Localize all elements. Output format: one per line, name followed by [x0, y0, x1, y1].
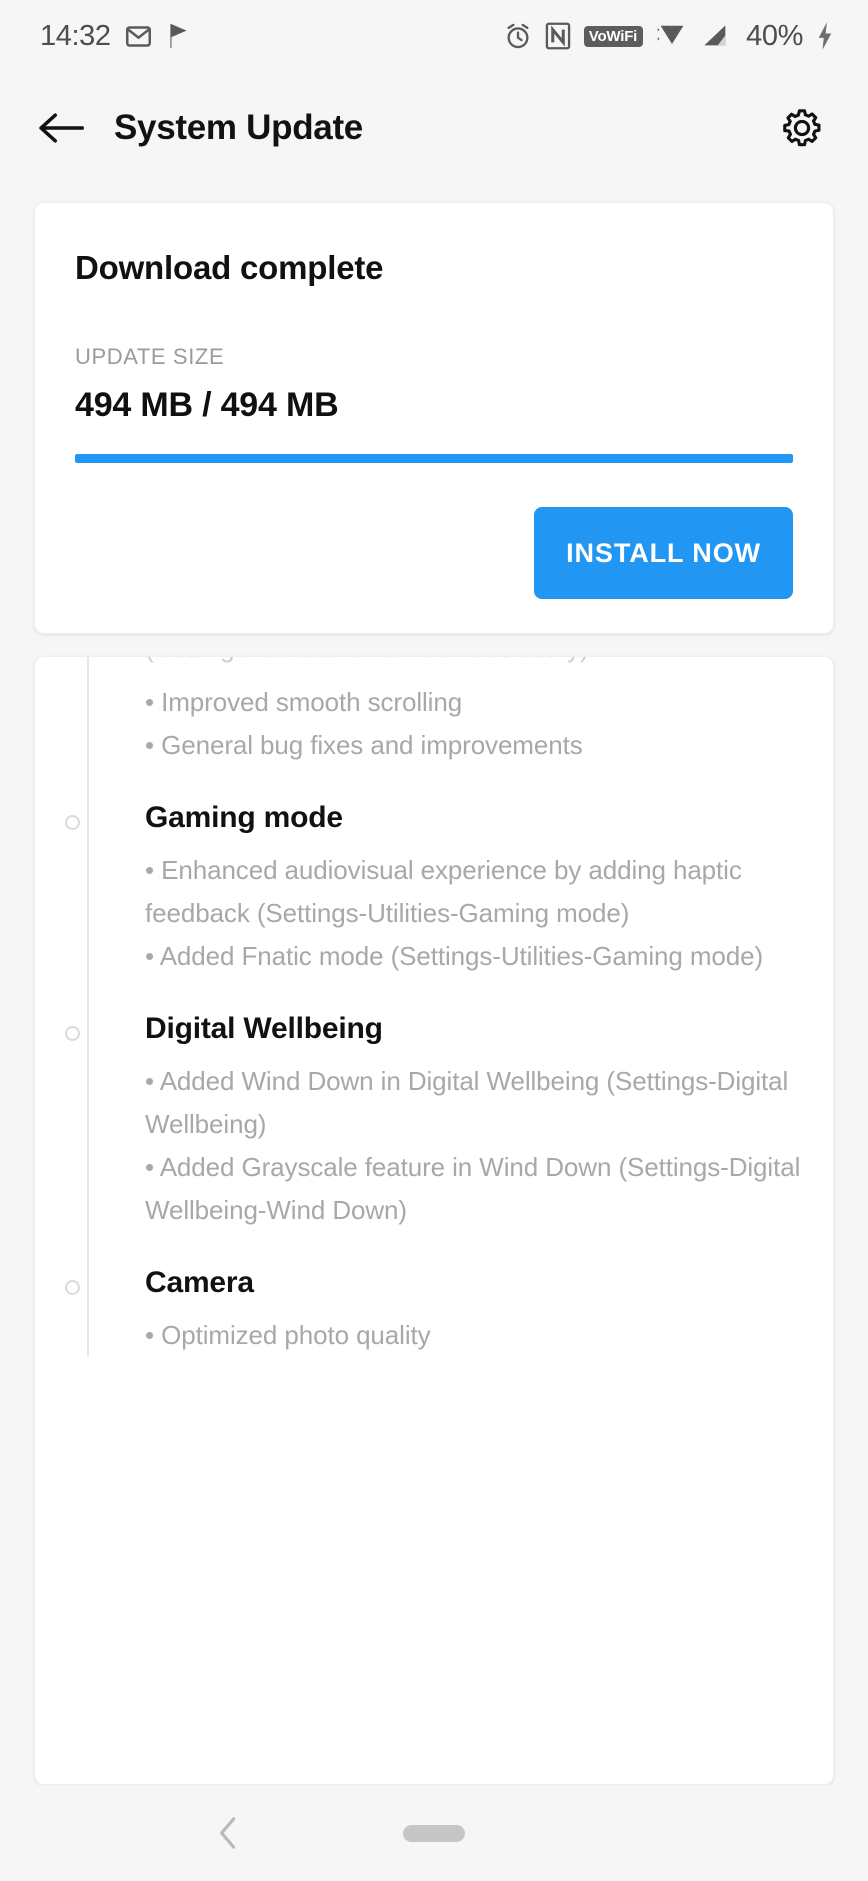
- arrow-left-icon: [39, 113, 85, 143]
- settings-button[interactable]: [772, 98, 832, 158]
- gmail-icon: [125, 25, 151, 47]
- download-progress-bar: [75, 454, 793, 463]
- list-item: • Improved smooth scrolling: [145, 687, 463, 717]
- status-bar: 14:32 VoWiFi 40%: [0, 0, 868, 72]
- changelog-section-camera: Camera • Optimized photo quality: [65, 1266, 803, 1357]
- download-status-card: Download complete UPDATE SIZE 494 MB / 4…: [34, 202, 834, 634]
- list-item: • Enhanced audiovisual experience by add…: [145, 855, 742, 928]
- gear-icon: [783, 109, 821, 147]
- list-item: • Optimized photo quality: [145, 1320, 431, 1350]
- download-progress-fill: [75, 454, 793, 463]
- phone-screen: 14:32 VoWiFi 40% System Update Download …: [0, 0, 868, 1881]
- system-navigation-bar: [0, 1785, 868, 1881]
- section-title: Digital Wellbeing: [145, 1012, 383, 1045]
- update-size-label: UPDATE SIZE: [75, 344, 225, 369]
- changelog-card[interactable]: (Settings-Utilities-OnePlus Laboratory) …: [34, 656, 834, 1785]
- wifi-icon: [657, 25, 684, 44]
- section-bullet-list: • Enhanced audiovisual experience by add…: [83, 849, 803, 978]
- nav-back-button[interactable]: [200, 1805, 256, 1861]
- clipped-changelog-line: (Settings-Utilities-OnePlus Laboratory): [83, 657, 803, 681]
- home-pill-icon[interactable]: [403, 1824, 465, 1842]
- clipped-changelog-text: (Settings-Utilities-OnePlus Laboratory): [145, 657, 589, 661]
- list-item: • Added Fnatic mode (Settings-Utilities-…: [145, 941, 764, 971]
- install-now-button[interactable]: INSTALL NOW: [534, 507, 793, 599]
- section-title: Gaming mode: [145, 801, 343, 834]
- list-item: • Added Grayscale feature in Wind Down (…: [145, 1152, 801, 1225]
- update-size-value: 494 MB / 494 MB: [75, 386, 339, 424]
- download-complete-heading: Download complete: [75, 249, 384, 286]
- timeline-marker-icon: [65, 1280, 80, 1295]
- section-title: Camera: [145, 1266, 254, 1299]
- page-title: System Update: [114, 108, 363, 147]
- signal-icon: [704, 25, 726, 46]
- status-bar-left: 14:32: [40, 20, 192, 53]
- section-bullet-list: • Added Wind Down in Digital Wellbeing (…: [83, 1060, 803, 1232]
- play-protect-icon: [169, 24, 187, 48]
- changelog-section-digital-wellbeing: Digital Wellbeing • Added Wind Down in D…: [65, 1012, 803, 1232]
- vowifi-icon: VoWiFi: [583, 25, 644, 47]
- back-button[interactable]: [30, 96, 94, 160]
- battery-percent-label: 40%: [746, 19, 803, 52]
- battery-charging-icon: [818, 22, 832, 50]
- app-bar: System Update: [0, 72, 868, 184]
- list-item: • Added Wind Down in Digital Wellbeing (…: [145, 1066, 789, 1139]
- changelog-content: (Settings-Utilities-OnePlus Laboratory) …: [35, 657, 833, 1357]
- top-bullet-list: • Improved smooth scrolling • General bu…: [83, 681, 803, 767]
- nfc-icon: [545, 22, 571, 50]
- timeline-line: [87, 657, 89, 1357]
- section-bullet-list: • Optimized photo quality: [83, 1314, 803, 1357]
- chevron-left-icon: [220, 1817, 236, 1849]
- timeline-marker-icon: [65, 1026, 80, 1041]
- download-card-actions: INSTALL NOW: [75, 507, 793, 599]
- alarm-icon: [507, 23, 529, 49]
- status-bar-right: VoWiFi 40%: [504, 20, 834, 53]
- timeline-marker-icon: [65, 815, 80, 830]
- status-time: 14:32: [40, 19, 111, 52]
- changelog-section-gaming-mode: Gaming mode • Enhanced audiovisual exper…: [65, 801, 803, 978]
- list-item: • General bug fixes and improvements: [145, 730, 583, 760]
